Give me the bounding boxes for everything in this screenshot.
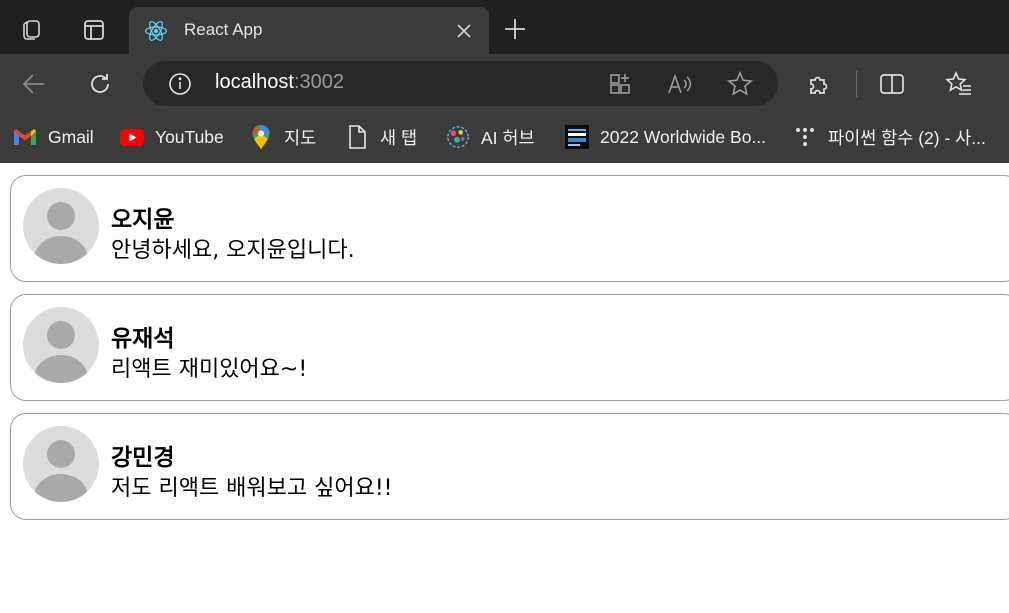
person-icon [23,307,99,383]
url-text[interactable]: localhost:3002 [215,71,344,94]
url-host: localhost [215,71,294,93]
tab-strip: React App [0,0,1009,54]
bookmarks-bar: Gmail YouTube 지도 새 탭 AI 허브 2022 Worldwid… [0,113,1009,163]
person-icon [23,188,99,264]
comment-author: 오지윤 [111,207,175,233]
favorite-button[interactable] [725,69,755,99]
comment-card: 오지윤 안녕하세요, 오지윤입니다. [10,175,1009,282]
address-bar[interactable]: localhost:3002 [143,61,778,106]
python-site-icon [793,125,817,149]
star-icon [727,71,753,96]
back-arrow-icon [22,74,44,94]
comment-text: 리액트 재미있어요~! [111,357,308,382]
workspaces-button[interactable] [13,12,49,48]
react-icon [144,19,168,43]
bookmark-label: 지도 [284,127,317,148]
comment-card: 유재석 리액트 재미있어요~! [10,294,1009,401]
bookmark-label: AI 허브 [481,127,535,148]
favorites-button[interactable] [941,66,977,102]
box-office-icon [565,125,589,149]
toolbar-divider [856,71,857,97]
bookmark-label: Gmail [48,126,94,147]
new-tab-button[interactable] [500,14,530,44]
split-screen-button[interactable] [874,66,910,102]
bookmark-new-tab[interactable]: 새 탭 [345,124,417,150]
bookmark-label: 2022 Worldwide Bo... [600,126,767,147]
close-tab-button[interactable] [453,20,475,42]
read-aloud-icon [668,73,692,94]
bookmark-label: 파이썬 함수 (2) - 사... [828,127,986,148]
ai-hub-icon [446,125,470,149]
url-port: :3002 [293,71,344,93]
youtube-icon [120,125,144,149]
bookmark-label: YouTube [155,126,224,147]
bookmark-box-office[interactable]: 2022 Worldwide Bo... [565,124,766,150]
split-screen-icon [880,74,904,94]
page-icon [345,125,369,149]
refresh-icon [91,74,109,93]
gmail-icon [13,125,37,149]
comment-text: 안녕하세요, 오지윤입니다. [111,238,355,263]
bookmark-youtube[interactable]: YouTube [120,124,224,150]
tab-title: React App [184,20,263,39]
active-tab[interactable]: React App [129,7,489,54]
extensions-button[interactable] [802,66,838,102]
page-content: 오지윤 안녕하세요, 오지윤입니다. 유재석 리액트 재미있어요~! 강민경 저… [0,163,1009,613]
person-icon [23,426,99,502]
bookmark-ai-hub[interactable]: AI 허브 [446,124,535,150]
maps-icon [249,125,273,149]
bookmark-python[interactable]: 파이썬 함수 (2) - 사... [793,124,986,150]
plus-icon [505,19,525,39]
back-button[interactable] [16,66,52,102]
read-aloud-button[interactable] [665,69,695,99]
comment-author: 유재석 [111,326,175,352]
vertical-tabs-icon [84,20,104,40]
bookmark-gmail[interactable]: Gmail [13,124,94,150]
avatar [23,188,99,264]
avatar [23,426,99,502]
avatar [23,307,99,383]
comment-card: 강민경 저도 리액트 배워보고 싶어요!! [10,413,1009,520]
bookmark-maps[interactable]: 지도 [249,124,316,150]
comment-text: 저도 리액트 배워보고 싶어요!! [111,476,393,501]
workspaces-icon [23,20,40,40]
favorites-list-icon [945,71,971,95]
refresh-button[interactable] [82,66,118,102]
bookmark-label: 새 탭 [380,127,418,148]
close-icon [457,24,471,38]
apps-add-icon [610,74,630,94]
comment-author: 강민경 [111,445,175,471]
site-info-button[interactable] [167,71,193,97]
app-available-button[interactable] [605,69,635,99]
info-icon [169,73,191,95]
navigation-toolbar: localhost:3002 [0,54,1009,113]
tab-actions-button[interactable] [76,12,112,48]
puzzle-icon [810,76,828,94]
